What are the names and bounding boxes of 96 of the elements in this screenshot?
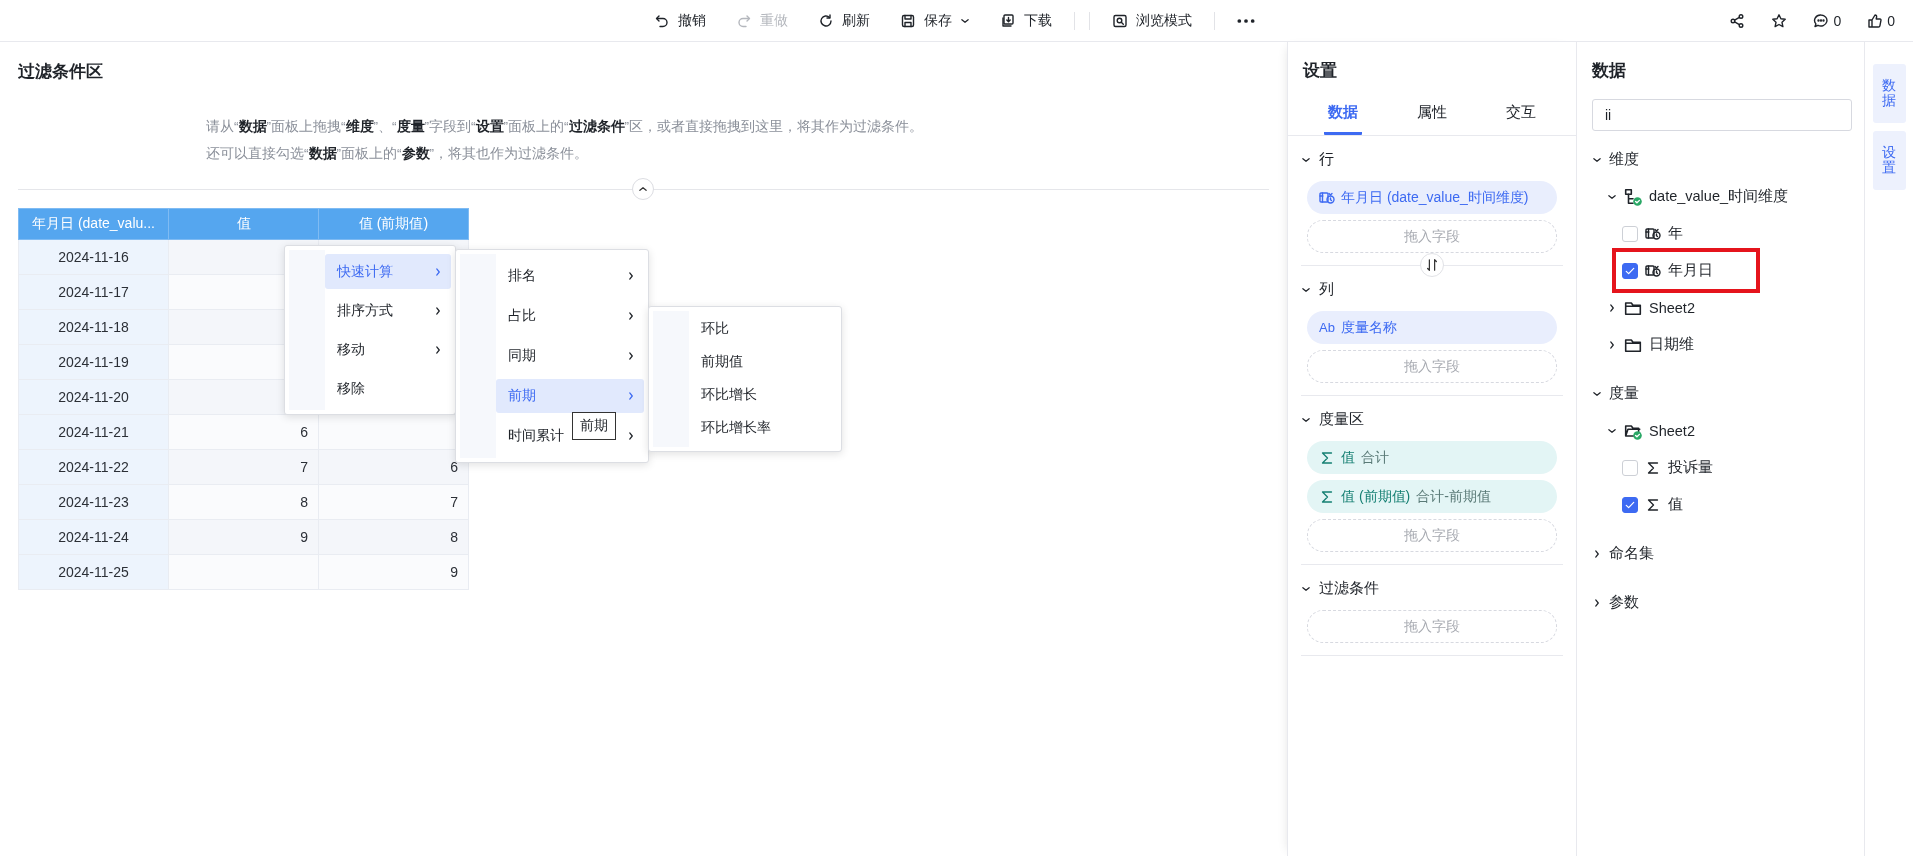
tab[interactable]: 数据 [1323, 95, 1362, 135]
menu-item[interactable]: 快速计算 [325, 254, 451, 289]
sigma-icon [1319, 488, 1335, 505]
table-cell: 2024-11-21 [18, 414, 169, 450]
chevron-right-icon [1607, 302, 1617, 313]
menu-item[interactable]: 占比 [496, 299, 644, 333]
panel-title: 数据 [1591, 60, 1627, 82]
comment-button[interactable]: 0 [1811, 10, 1844, 31]
tree-item[interactable]: Sheet2 [1607, 412, 1695, 449]
hierarchy-icon [1624, 187, 1642, 206]
swap-button[interactable] [1420, 253, 1444, 277]
field-pill[interactable]: 值 合计 [1307, 441, 1557, 474]
table-cell: 7 [318, 484, 469, 520]
table-cell: 2024-11-18 [18, 309, 169, 345]
table-cell: 9 [318, 554, 469, 590]
chevron-right-icon [1592, 548, 1602, 559]
table-cell: 2024-11-20 [18, 379, 169, 415]
comment-icon [1813, 12, 1830, 29]
star-icon [1771, 12, 1788, 29]
save-icon [900, 12, 916, 29]
tree-item[interactable]: 值 [1622, 486, 1683, 523]
toolbar-button[interactable]: 下载 [986, 5, 1066, 36]
calendar-clock-icon [1645, 262, 1661, 279]
table-cell: 2024-11-22 [18, 449, 169, 485]
sigma-icon [1645, 496, 1661, 513]
search-field[interactable]: ii [1592, 99, 1852, 131]
tree-item[interactable]: date_value_时间维度 [1607, 178, 1788, 215]
share-icon [1729, 12, 1746, 29]
refresh-icon [818, 12, 834, 29]
preview-icon [1112, 12, 1128, 29]
tree-item[interactable]: 命名集 [1592, 535, 1654, 572]
tree-item[interactable]: 投诉量 [1622, 449, 1713, 486]
table-cell: 2024-11-19 [18, 344, 169, 380]
table-cell: 2024-11-24 [18, 519, 169, 555]
sigma-icon [1319, 449, 1335, 466]
hint-text: 还可以直接勾选“数据”面板上的“参数”，将其也作为过滤条件。 [206, 145, 589, 163]
tree-item[interactable]: Sheet2 [1607, 289, 1695, 326]
download-icon [1000, 12, 1016, 29]
menu-item[interactable]: 移除 [325, 371, 451, 406]
table-cell: 2024-11-25 [18, 554, 169, 590]
hint-text: 请从“数据”面板上拖拽“维度”、“度量”字段到“设置”面板上的“过滤条件”区，或者直接拖拽到这里，将其作为过滤条件。 [206, 118, 924, 136]
menu-item[interactable]: 环比 [689, 313, 837, 345]
chevron-up-icon [638, 184, 648, 194]
toolbar-button[interactable]: 刷新 [804, 5, 884, 36]
more-icon [1237, 18, 1255, 23]
table-cell: 2024-11-23 [18, 484, 169, 520]
tab[interactable]: 交互 [1502, 95, 1541, 135]
toolbar-button[interactable]: 浏览模式 [1098, 5, 1206, 36]
tree-item[interactable]: 日期维 [1607, 326, 1694, 363]
tree-item[interactable]: 维度 [1592, 141, 1639, 178]
field-pill[interactable]: Ab 度量名称 [1307, 311, 1557, 344]
section-header[interactable]: 过滤条件 [1319, 579, 1379, 598]
like-button[interactable]: 0 [1865, 10, 1897, 31]
sigma-icon [1645, 459, 1661, 476]
thumbs-up-icon [1867, 12, 1884, 29]
swap-icon [1425, 258, 1439, 272]
table-cell: 9 [168, 519, 319, 555]
menu-item[interactable]: 前期值 [689, 346, 837, 378]
section-header[interactable]: 度量区 [1319, 410, 1364, 429]
checkbox[interactable] [1622, 496, 1638, 513]
menu-item[interactable]: 排名 [496, 259, 644, 293]
table-cell: 7 [168, 449, 319, 485]
table-cell: 8 [318, 519, 469, 555]
chevron-right-icon [1607, 339, 1617, 350]
table-cell: 6 [318, 449, 469, 485]
section-header[interactable]: 列 [1319, 280, 1334, 299]
chevron-right-icon [1592, 597, 1602, 608]
section-title: 过滤条件区 [18, 61, 104, 83]
toolbar-button[interactable]: 撤销 [640, 5, 720, 36]
menu-item[interactable]: 环比增长率 [689, 412, 837, 444]
table-cell: 6 [168, 414, 319, 450]
collapse-button[interactable] [632, 178, 654, 200]
tree-item[interactable]: 年 [1622, 215, 1683, 252]
menu-item[interactable]: 移动 [325, 332, 451, 367]
table-cell: 8 [168, 484, 319, 520]
highlighted-tree-item[interactable]: 年月日 [1616, 252, 1756, 289]
tab[interactable]: 属性 [1413, 95, 1451, 135]
calendar-clock-icon [1319, 189, 1335, 206]
calendar-clock-icon [1645, 225, 1661, 242]
side-tab[interactable]: 数据 [1872, 64, 1906, 123]
menu-item[interactable]: 同期 [496, 339, 644, 373]
menu-item[interactable]: 前期 [496, 379, 644, 413]
table-cell: 2024-11-17 [18, 274, 169, 310]
section-header[interactable]: 行 [1319, 150, 1334, 169]
checkbox[interactable] [1622, 262, 1638, 279]
side-tab[interactable]: 设置 [1872, 130, 1906, 190]
field-pill[interactable]: 值 (前期值) 合计-前期值 [1307, 480, 1557, 513]
menu-item[interactable]: 排序方式 [325, 293, 451, 328]
tooltip: 前期 [572, 412, 616, 440]
field-pill[interactable]: 年月日 (date_value_时间维度) [1307, 181, 1557, 214]
table-cell: 2024-11-16 [18, 239, 169, 275]
tree-item[interactable]: 度量 [1592, 375, 1639, 412]
panel-title: 设置 [1301, 60, 1338, 82]
toolbar-button[interactable]: 保存 [886, 5, 984, 36]
menu-item[interactable]: 环比增长 [689, 379, 837, 411]
tree-item[interactable]: 参数 [1592, 584, 1639, 621]
